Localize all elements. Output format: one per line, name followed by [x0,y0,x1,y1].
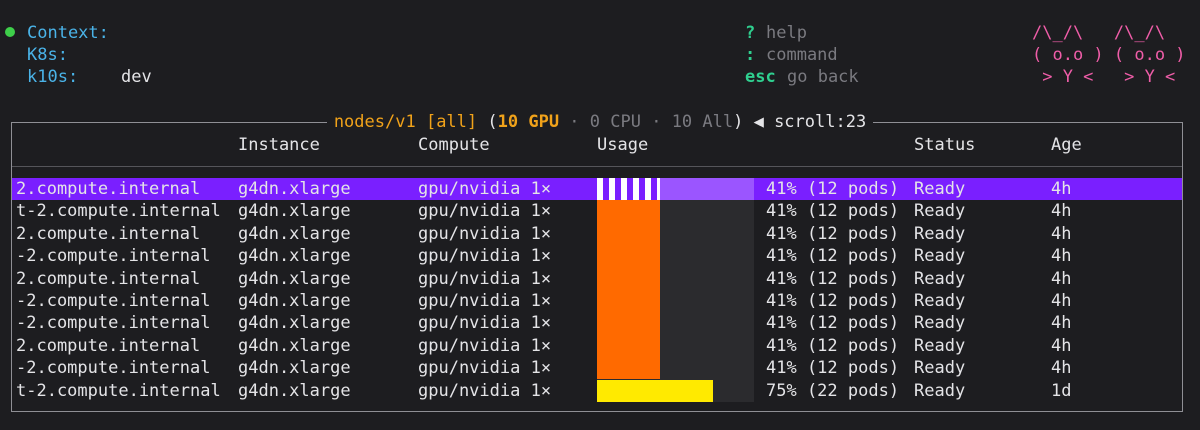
instance-type: g4dn.xlarge [238,201,351,222]
table-row[interactable]: t-2.compute.internal g4dn.xlarge gpu/nvidi… [0,380,1200,402]
filter-label[interactable]: [all] [426,112,477,132]
node-name: 2.compute.internal [16,335,201,356]
instance-type: g4dn.xlarge [238,380,351,401]
gpu-count[interactable]: 10 GPU [498,112,559,132]
column-header-status[interactable]: Status [914,134,975,156]
k10s-label: k10s: [27,67,79,87]
go-back-key[interactable]: esc [745,66,776,88]
age-text: 4h [1051,201,1072,222]
node-name: -2.compute.internal [16,246,211,267]
help-key[interactable]: ? [745,22,755,44]
compute-type: gpu/nvidia 1× [418,335,552,356]
node-name: 2.compute.internal [16,179,201,199]
age-text: 4h [1051,313,1072,334]
usage-text: 75% (22 pods) [766,380,900,401]
connection-status-dot-icon [5,27,15,37]
usage-text: 41% (12 pods) [766,335,900,356]
instance-type: g4dn.xlarge [238,223,351,244]
age-text: 4h [1051,223,1072,244]
table-row[interactable]: -2.compute.internal g4dn.xlarge gpu/nvidia… [0,245,1200,267]
usage-text: 41% (12 pods) [766,246,900,267]
compute-type: gpu/nvidia 1× [418,380,552,401]
table-row[interactable]: t-2.compute.internal g4dn.xlarge gpu/nvidi… [0,200,1200,222]
cpu-count[interactable]: 0 CPU [590,112,641,132]
age-text: 4h [1051,268,1072,289]
status-text: Ready [914,179,966,199]
compute-type: gpu/nvidia 1× [418,223,552,244]
table-title: nodes/v1 [all] (10 GPU · 0 CPU · 10 All)… [0,111,1200,133]
status-text: Ready [914,223,966,244]
node-name: -2.compute.internal [16,358,211,379]
table-row[interactable]: -2.compute.internal g4dn.xlarge gpu/nvidia… [0,357,1200,379]
instance-type: g4dn.xlarge [238,335,351,356]
help-desc: help [766,23,807,43]
node-name: t-2.compute.internal [16,201,221,222]
status-text: Ready [914,246,966,267]
column-header-age[interactable]: Age [1051,134,1082,156]
table-row[interactable]: 2.compute.internal g4dn.xlarge gpu/nvidia … [0,268,1200,290]
age-text: 4h [1051,358,1072,379]
table-row[interactable]: -2.compute.internal g4dn.xlarge gpu/nvidia… [0,312,1200,334]
header-divider [12,166,1182,167]
node-name: -2.compute.internal [16,313,211,334]
usage-text: 41% (12 pods) [766,291,900,311]
instance-type: g4dn.xlarge [238,358,351,379]
logo-cat-mouth: > Y < > Y < [1032,67,1176,87]
status-text: Ready [914,358,966,379]
logo-cat-face: ( o.o ) ( o.o ) [1032,45,1186,65]
compute-type: gpu/nvidia 1× [418,358,552,379]
compute-type: gpu/nvidia 1× [418,291,552,311]
command-key[interactable]: : [745,44,755,66]
command-desc: command [766,45,838,65]
k10s-value: dev [121,67,152,87]
logo-cat-ears: /\_/\ /\_/\ [1032,23,1166,43]
usage-text: 41% (12 pods) [766,313,900,334]
instance-type: g4dn.xlarge [238,179,351,199]
table-row[interactable]: 2.compute.internal g4dn.xlarge gpu/nvidia … [0,335,1200,357]
node-name: t-2.compute.internal [16,380,221,401]
compute-type: gpu/nvidia 1× [418,268,552,289]
usage-text: 41% (12 pods) [766,358,900,379]
instance-type: g4dn.xlarge [238,246,351,267]
k8s-label: K8s: [27,45,68,65]
column-header-compute[interactable]: Compute [418,134,490,156]
node-name: 2.compute.internal [16,268,201,289]
age-text: 4h [1051,246,1072,267]
usage-text: 41% (12 pods) [766,201,900,222]
compute-type: gpu/nvidia 1× [418,179,552,199]
age-text: 4h [1051,291,1072,311]
instance-type: g4dn.xlarge [238,291,351,311]
status-text: Ready [914,313,966,334]
table-row[interactable]: 2.compute.internal g4dn.xlarge gpu/nvidia … [0,223,1200,245]
instance-type: g4dn.xlarge [238,313,351,334]
compute-type: gpu/nvidia 1× [418,313,552,334]
age-text: 4h [1051,335,1072,356]
table-row[interactable]: -2.compute.internal g4dn.xlarge gpu/nvidia… [0,290,1200,312]
scroll-indicator: ◀ scroll:23 [743,112,867,132]
go-back-desc: go back [787,67,859,87]
column-header-instance[interactable]: Instance [238,134,320,156]
usage-text: 41% (12 pods) [766,223,900,244]
table-row[interactable]: 2.compute.internal g4dn.xlarge gpu/nvidia … [0,178,1200,200]
compute-type: gpu/nvidia 1× [418,201,552,222]
instance-type: g4dn.xlarge [238,268,351,289]
resource-name: nodes/v1 [333,112,416,132]
status-text: Ready [914,335,966,356]
age-text: 1d [1051,380,1072,401]
status-text: Ready [914,380,966,401]
node-name: 2.compute.internal [16,223,201,244]
column-header-usage[interactable]: Usage [597,134,648,156]
node-name: -2.compute.internal [16,291,211,311]
context-label: Context: [27,23,109,43]
status-text: Ready [914,291,966,311]
usage-text: 41% (12 pods) [766,179,900,199]
status-text: Ready [914,268,966,289]
compute-type: gpu/nvidia 1× [418,246,552,267]
age-text: 4h [1051,179,1072,199]
status-text: Ready [914,201,966,222]
all-count[interactable]: 10 All [672,112,733,132]
usage-text: 41% (12 pods) [766,268,900,289]
